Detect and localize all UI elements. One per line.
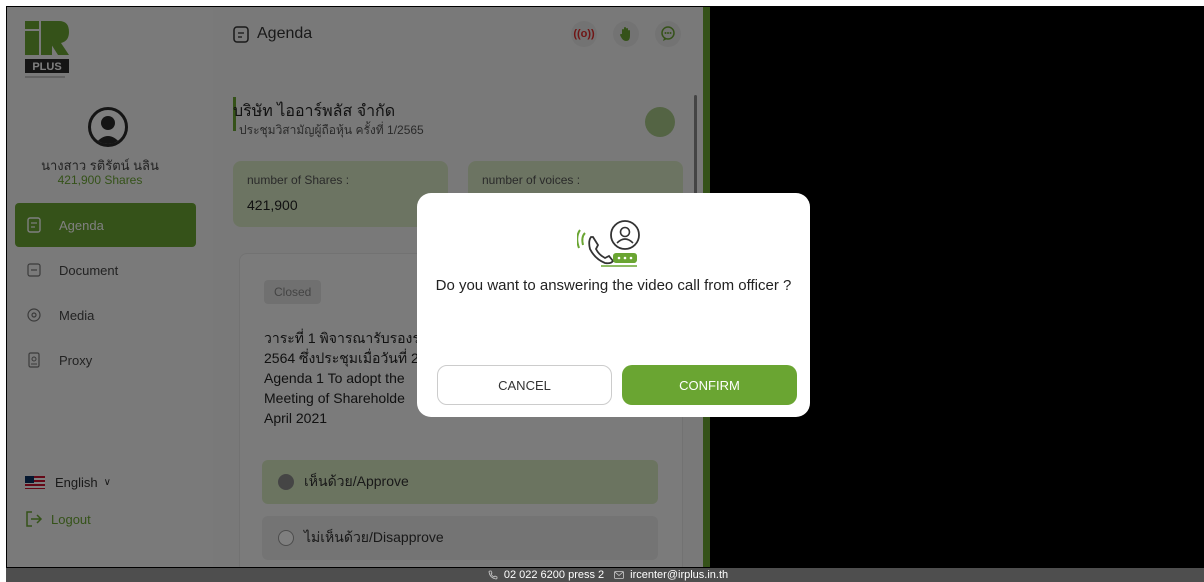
email-icon (614, 571, 625, 579)
phone-icon (488, 570, 498, 580)
video-call-dialog: Do you want to answering the video call … (417, 193, 810, 417)
cancel-button[interactable]: CANCEL (437, 365, 612, 405)
footer-bar: 02 022 6200 press 2 ircenter@irplus.in.t… (6, 568, 1204, 582)
footer-phone[interactable]: 02 022 6200 press 2 (504, 569, 604, 581)
footer-email[interactable]: ircenter@irplus.in.th (630, 569, 728, 581)
dialog-message: Do you want to answering the video call … (435, 277, 792, 294)
app-window: PLUS นางสาว รติรัตน์ นลิน 421,900 Shares… (6, 6, 1204, 568)
video-call-icon (577, 220, 640, 267)
confirm-button[interactable]: CONFIRM (622, 365, 797, 405)
